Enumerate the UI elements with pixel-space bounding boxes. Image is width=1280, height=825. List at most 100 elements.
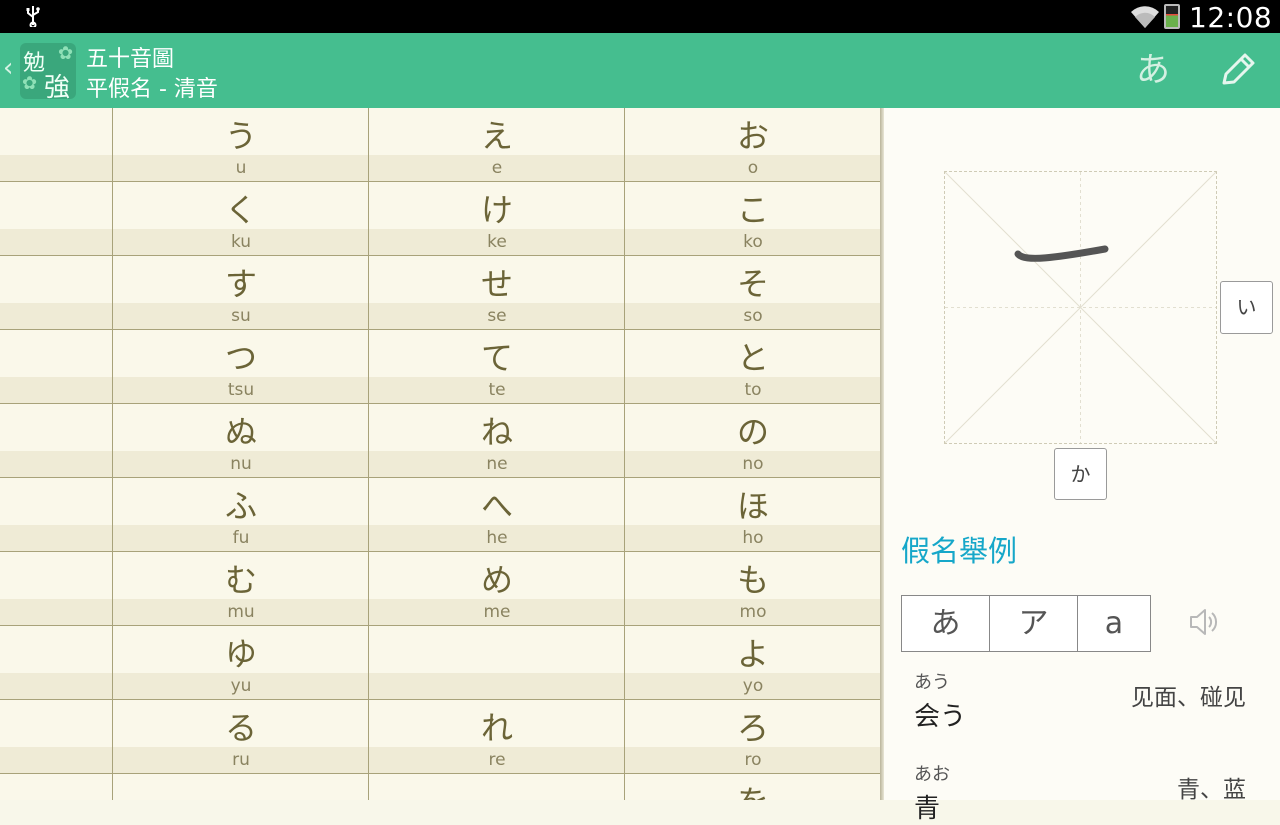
kana-char: う [224, 117, 257, 155]
kana-romaji: u [235, 158, 247, 178]
kana-char: ほ [736, 487, 769, 525]
kana-cell[interactable]: ほ ho [624, 478, 880, 552]
table-row: うuえeおo [0, 108, 880, 182]
example-item[interactable]: あお 青 青、蓝 [914, 760, 1264, 825]
kana-cell[interactable] [368, 626, 625, 700]
table-row: ゆ yu よ yo [0, 626, 880, 700]
kana-cell[interactable]: す su [112, 256, 369, 330]
kana-cell[interactable]: ろ ro [624, 700, 880, 774]
table-row: ぬ nu ね ne の no [0, 404, 880, 478]
kana-char: よ [736, 635, 769, 673]
kana-romaji: to [744, 380, 762, 400]
table-row: る ru れ re ろ ro [0, 700, 880, 774]
kana-cell[interactable]: る ru [112, 700, 369, 774]
speaker-icon[interactable] [1186, 604, 1222, 640]
stroke-order-canvas[interactable] [944, 171, 1217, 444]
kana-romaji: fu [232, 528, 250, 548]
wifi-icon [1131, 6, 1159, 28]
kana-char: ね [480, 413, 513, 451]
kana-char: せ [480, 265, 513, 303]
kana-char: る [224, 709, 257, 747]
examples-title: 假名舉例 [901, 534, 1018, 568]
next-row-kana-button[interactable]: か [1054, 448, 1107, 500]
kana-cell[interactable]: ゆ yu [112, 626, 369, 700]
kana-char: つ [224, 339, 257, 377]
kana-char: め [480, 561, 513, 599]
kana-cell[interactable]: も mo [624, 552, 880, 626]
tab-romaji[interactable]: a [1077, 595, 1151, 652]
kana-char: ふ [224, 487, 257, 525]
kana-char: こ [736, 191, 769, 229]
kana-cell[interactable]: の no [624, 404, 880, 478]
example-meaning: 青、蓝 [1177, 777, 1246, 803]
kana-cell[interactable] [0, 330, 113, 404]
kana-romaji: so [743, 306, 763, 326]
kana-romaji: ru [232, 750, 250, 770]
kana-cell[interactable] [0, 478, 113, 552]
kana-cell[interactable] [0, 626, 113, 700]
kana-cell[interactable]: うu [112, 108, 369, 182]
kana-char: を [625, 777, 880, 800]
tab-hiragana[interactable]: あ [901, 595, 990, 652]
kana-romaji: se [487, 306, 507, 326]
kana-table: う u え e お o く ku け ke こ ko す su せ se そ so つ tsu て te と to ぬ nu ね ne… [0, 108, 880, 800]
kana-cell[interactable]: と to [624, 330, 880, 404]
action-bar: ‹ ✿ ✿ 勉 強 五十音圖 平假名 - 清音 あ [0, 33, 1280, 108]
kana-romaji: ke [487, 232, 507, 252]
kana-cell[interactable]: く ku [112, 182, 369, 256]
kana-cell[interactable]: め me [368, 552, 625, 626]
kana-cell[interactable] [368, 774, 625, 800]
page-title: 五十音圖 [86, 47, 175, 72]
kana-romaji: su [231, 306, 251, 326]
logo-char: 強 [44, 73, 71, 99]
kana-cell[interactable]: ふ fu [112, 478, 369, 552]
kana-cell[interactable] [0, 774, 113, 800]
kana-char: れ [480, 709, 513, 747]
kana-cell[interactable]: えe [368, 108, 625, 182]
kana-cell[interactable] [112, 774, 369, 800]
kana-cell[interactable]: け ke [368, 182, 625, 256]
kana-romaji: mu [227, 602, 255, 622]
clock: 12:08 [1189, 1, 1273, 34]
table-row: を [0, 774, 880, 800]
stroke-guide-grid [945, 172, 1216, 443]
kana-cell[interactable]: へ he [368, 478, 625, 552]
kana-cell[interactable]: つ tsu [112, 330, 369, 404]
kana-cell[interactable] [0, 700, 113, 774]
kana-cell[interactable]: そ so [624, 256, 880, 330]
kana-toggle-button[interactable]: あ [1130, 45, 1176, 95]
tab-katakana[interactable]: ア [989, 595, 1078, 652]
app-logo[interactable]: ✿ ✿ 勉 強 [20, 43, 76, 99]
kana-cell[interactable]: を [624, 774, 880, 800]
kana-cell[interactable]: れ re [368, 700, 625, 774]
kana-romaji: no [742, 454, 764, 474]
kana-cell[interactable] [0, 404, 113, 478]
kana-char: え [480, 117, 513, 155]
kana-char: も [736, 561, 769, 599]
kana-cell[interactable]: せ se [368, 256, 625, 330]
kana-romaji: ne [486, 454, 508, 474]
kana-cell[interactable]: ね ne [368, 404, 625, 478]
kana-romaji: me [483, 602, 511, 622]
kana-char: く [224, 191, 257, 229]
page-subtitle: 平假名 - 清音 [86, 77, 218, 102]
example-item[interactable]: あう 会う 见面、碰见 [914, 668, 1264, 733]
edit-pencil-icon[interactable] [1212, 47, 1262, 93]
kana-cell[interactable] [0, 182, 113, 256]
table-row: ふ fu へ he ほ ho [0, 478, 880, 552]
kana-romaji: yo [742, 676, 764, 696]
kana-cell[interactable]: こ ko [624, 182, 880, 256]
kana-cell[interactable]: ぬ nu [112, 404, 369, 478]
kana-cell[interactable]: おo [624, 108, 880, 182]
kana-romaji: ho [742, 528, 764, 548]
kana-char: け [480, 191, 513, 229]
back-chevron-icon[interactable]: ‹ [3, 53, 13, 83]
kana-cell[interactable] [0, 108, 113, 182]
kana-char: て [480, 339, 513, 377]
kana-cell[interactable]: よ yo [624, 626, 880, 700]
kana-cell[interactable]: む mu [112, 552, 369, 626]
kana-cell[interactable]: て te [368, 330, 625, 404]
kana-cell[interactable] [0, 552, 113, 626]
kana-cell[interactable] [0, 256, 113, 330]
next-kana-button[interactable]: い [1220, 281, 1273, 334]
